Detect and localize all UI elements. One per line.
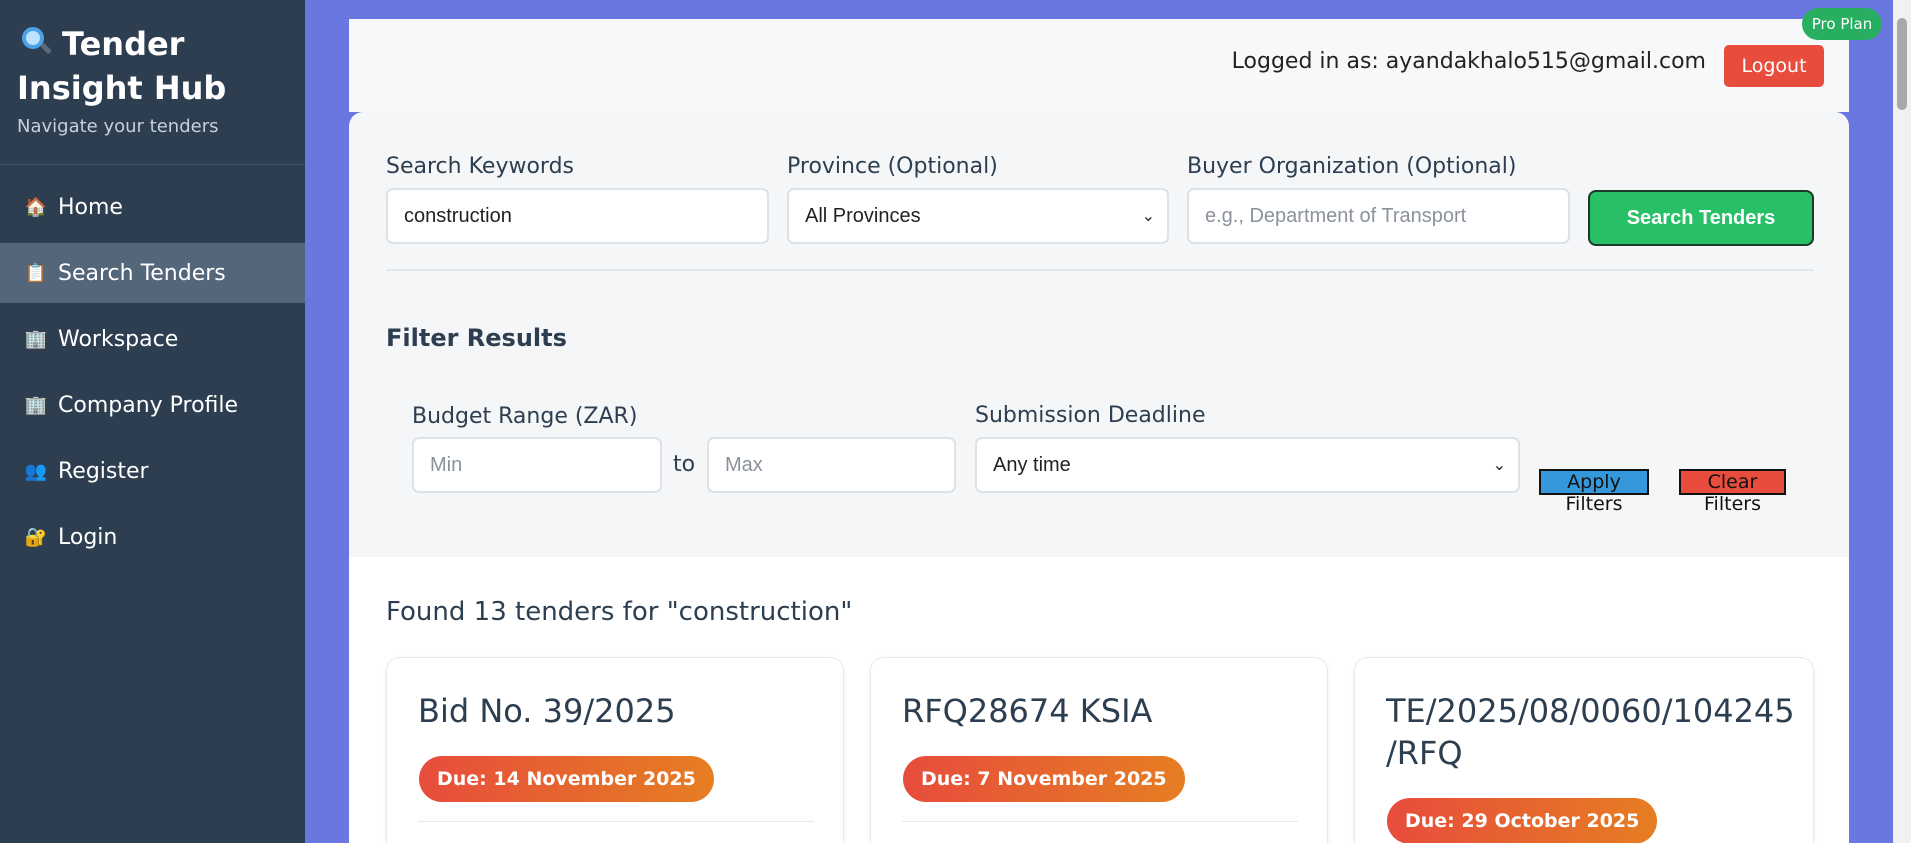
tender-card-title: Bid No. 39/2025 — [418, 692, 676, 730]
sidebar-item-label: Search Tenders — [58, 260, 226, 286]
office-building-icon: 🏢 — [24, 394, 48, 416]
sidebar-item-home[interactable]: 🏠 Home — [0, 177, 305, 237]
keywords-input[interactable]: construction — [386, 188, 769, 244]
sidebar: Tender Insight Hub Navigate your tenders… — [0, 0, 305, 843]
buyer-label: Buyer Organization (Optional) — [1187, 154, 1517, 179]
card-divider — [418, 821, 814, 822]
buyer-input[interactable]: e.g., Department of Transport — [1187, 188, 1570, 244]
apply-filters-button[interactable]: Apply Filters — [1539, 469, 1649, 515]
sidebar-item-workspace[interactable]: 🏢 Workspace — [0, 309, 305, 369]
sidebar-item-label: Login — [58, 524, 118, 550]
office-building-icon: 🏢 — [24, 328, 48, 350]
brand: Tender Insight Hub Navigate your tenders — [0, 0, 305, 165]
tender-card[interactable]: TE/2025/08/0060/104245 /RFQ Due: 29 Octo… — [1354, 657, 1814, 843]
magnifier-icon — [22, 27, 53, 57]
budget-min-input[interactable]: Min — [412, 437, 662, 493]
budget-max-input[interactable]: Max — [707, 437, 956, 493]
lock-key-icon: 🔐 — [24, 526, 48, 548]
results-summary: Found 13 tenders for "construction" — [386, 597, 853, 627]
to-label: to — [673, 452, 696, 477]
tender-card[interactable]: Bid No. 39/2025 Due: 14 November 2025 — [386, 657, 844, 843]
due-date-badge: Due: 29 October 2025 — [1387, 798, 1658, 843]
sidebar-item-search-tenders[interactable]: 📋 Search Tenders — [0, 243, 305, 303]
due-date-badge: Due: 14 November 2025 — [419, 756, 714, 802]
province-select[interactable]: All Provinces ⌄ — [787, 188, 1169, 244]
scrollbar-thumb[interactable] — [1897, 18, 1907, 110]
users-icon: 👥 — [24, 460, 48, 482]
brand-title: Tender Insight Hub — [17, 22, 288, 110]
search-panel: Search Keywords construction Province (O… — [349, 112, 1849, 843]
sidebar-item-register[interactable]: 👥 Register — [0, 441, 305, 501]
sidebar-nav: 🏠 Home 📋 Search Tenders 🏢 Workspace 🏢 Co… — [0, 177, 305, 567]
search-tenders-button[interactable]: Search Tenders — [1588, 190, 1814, 246]
clear-filters-button[interactable]: Clear Filters — [1679, 469, 1786, 515]
deadline-select-value: Any time — [993, 453, 1071, 476]
logout-button[interactable]: Logout — [1724, 45, 1824, 87]
deadline-select[interactable]: Any time ⌄ — [975, 437, 1520, 493]
tender-card-title: RFQ28674 KSIA — [902, 692, 1153, 730]
sidebar-item-label: Company Profile — [58, 392, 239, 418]
divider — [386, 269, 1814, 271]
tender-card[interactable]: RFQ28674 KSIA Due: 7 November 2025 — [870, 657, 1328, 843]
sidebar-item-login[interactable]: 🔐 Login — [0, 507, 305, 567]
sidebar-item-label: Workspace — [58, 326, 179, 352]
province-label: Province (Optional) — [787, 154, 998, 179]
province-select-value: All Provinces — [805, 204, 921, 227]
tender-card-title: TE/2025/08/0060/104245 /RFQ — [1386, 692, 1795, 772]
keywords-label: Search Keywords — [386, 154, 574, 179]
plan-badge: Pro Plan — [1802, 8, 1882, 40]
filter-results-title: Filter Results — [386, 324, 567, 352]
logged-in-text: Logged in as: ayandakhalo515@gmail.com — [1231, 49, 1706, 74]
clipboard-icon: 📋 — [24, 262, 48, 284]
budget-label: Budget Range (ZAR) — [412, 404, 638, 429]
card-divider — [902, 821, 1298, 822]
chevron-down-icon: ⌄ — [1141, 208, 1155, 225]
house-icon: 🏠 — [24, 196, 48, 218]
due-date-badge: Due: 7 November 2025 — [903, 756, 1185, 802]
deadline-label: Submission Deadline — [975, 403, 1206, 428]
scrollbar-track[interactable] — [1893, 0, 1911, 843]
sidebar-item-label: Home — [58, 194, 123, 220]
sidebar-item-company-profile[interactable]: 🏢 Company Profile — [0, 375, 305, 435]
top-header: Logged in as: ayandakhalo515@gmail.com L… — [349, 19, 1849, 112]
sidebar-item-label: Register — [58, 458, 149, 484]
brand-subtitle: Navigate your tenders — [17, 116, 219, 137]
chevron-down-icon: ⌄ — [1492, 457, 1506, 474]
